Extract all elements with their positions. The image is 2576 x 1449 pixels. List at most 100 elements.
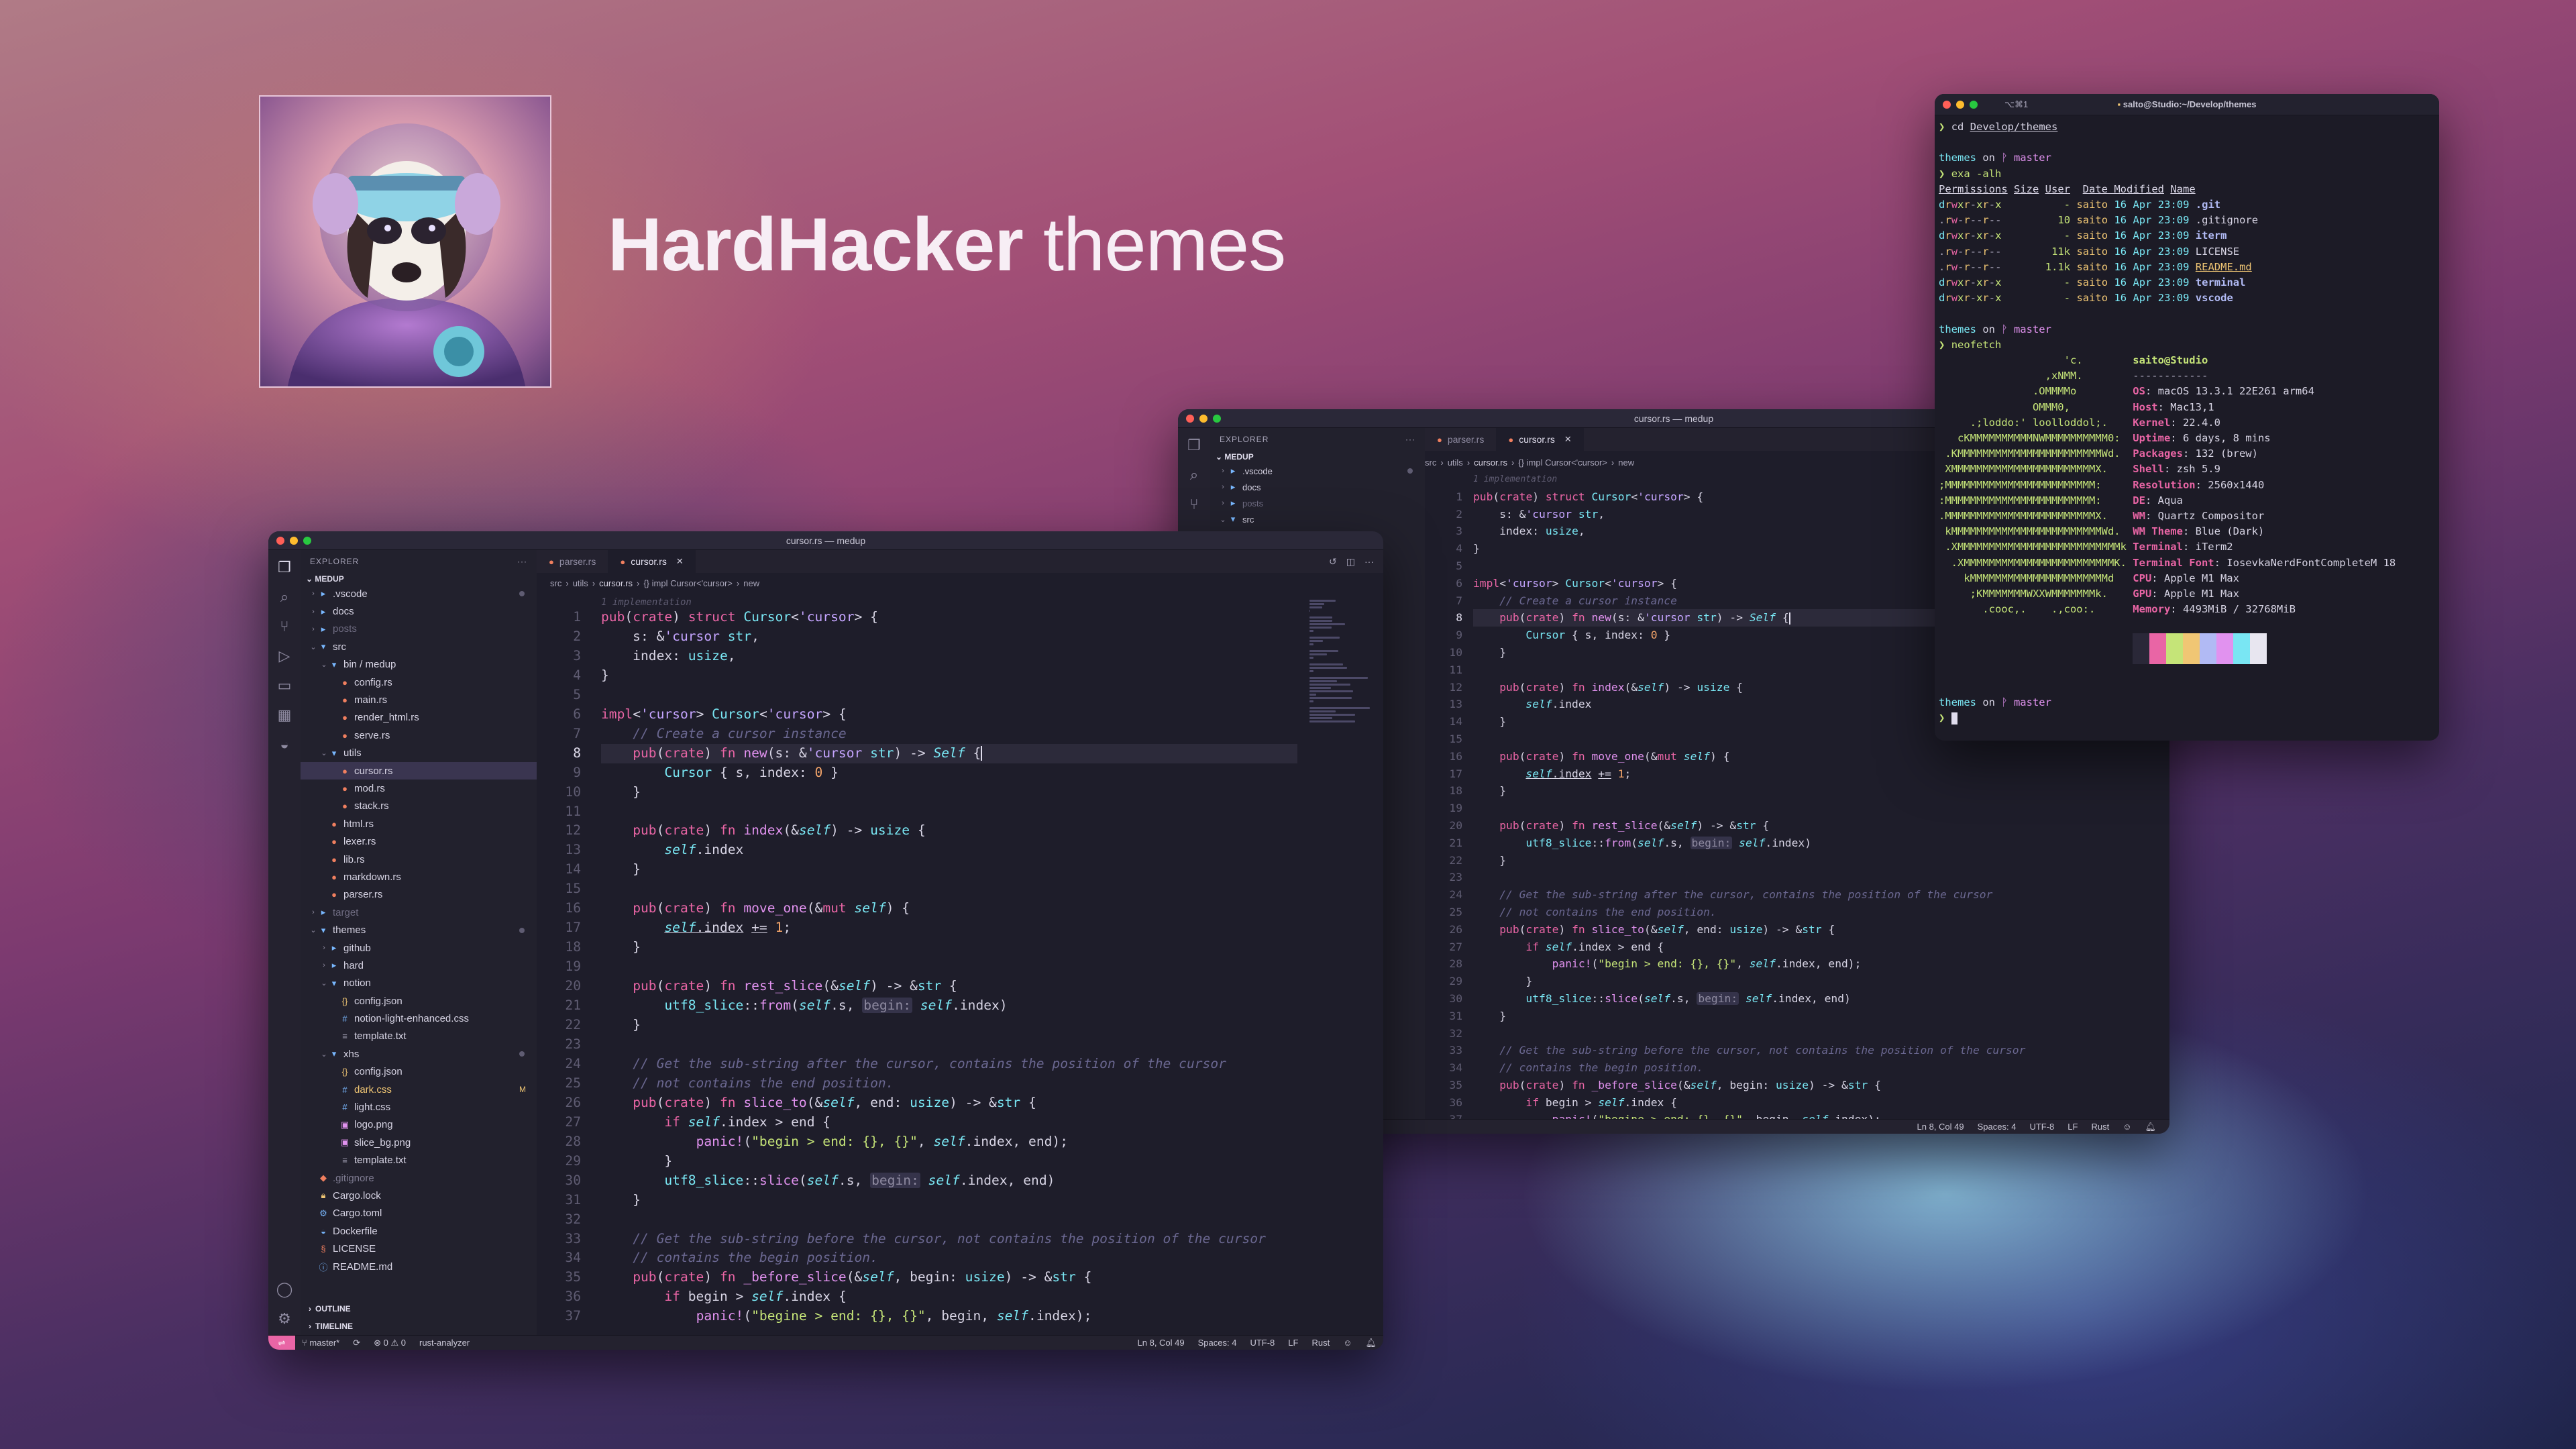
tree-file[interactable]: ● render_html.rs <box>301 709 537 727</box>
tree-file[interactable]: ● parser.rs <box>301 886 537 904</box>
tree-folder[interactable]: › ▸ docs <box>1210 479 1425 495</box>
breadcrumb-item[interactable]: cursor.rs <box>1474 458 1507 468</box>
tree-file[interactable]: ≡ template.txt <box>301 1028 537 1045</box>
language-mode[interactable]: Rust <box>1305 1338 1336 1348</box>
tree-folder[interactable]: › ▸ target <box>301 904 537 921</box>
source-control-icon[interactable]: ⑂ <box>275 617 294 636</box>
tree-file[interactable]: {} config.json <box>301 992 537 1010</box>
tree-file[interactable]: ◆ .gitignore <box>301 1169 537 1187</box>
terminal-output[interactable]: ❯ cd Develop/themes themes on ᚹ master ❯… <box>1939 119 2435 727</box>
workspace-root[interactable]: ⌄ MEDUP <box>1210 451 1425 463</box>
remote-explorer-icon[interactable]: ▭ <box>275 676 294 695</box>
account-icon[interactable]: ◯ <box>275 1280 294 1299</box>
tree-folder[interactable]: ⌄ ▾ bin / medup <box>301 656 537 674</box>
close-tab-icon[interactable]: ✕ <box>676 556 684 567</box>
tree-file[interactable]: ⓘ README.md <box>301 1258 537 1275</box>
breadcrumb-item[interactable]: cursor.rs <box>599 578 633 588</box>
extensions-icon[interactable]: ▦ <box>275 706 294 724</box>
more-icon[interactable]: ··· <box>517 557 527 566</box>
encoding[interactable]: UTF-8 <box>1243 1338 1281 1348</box>
source-control-icon[interactable]: ⑂ <box>1185 495 1203 514</box>
tree-file[interactable]: ● lib.rs <box>301 851 537 868</box>
files-icon[interactable]: ❐ <box>1185 436 1203 455</box>
tree-file[interactable]: ● mod.rs <box>301 780 537 797</box>
tree-folder[interactable]: › ▸ .vscode <box>301 585 537 602</box>
tree-file[interactable]: # notion-light-enhanced.css <box>301 1010 537 1027</box>
tree-folder[interactable]: › ▸ hard <box>301 957 537 974</box>
search-icon[interactable]: ⌕ <box>1185 466 1203 484</box>
tree-file[interactable]: 🔒︎ Cargo.lock <box>301 1187 537 1204</box>
tree-folder[interactable]: ⌄ ▾ utils <box>301 745 537 762</box>
encoding[interactable]: UTF-8 <box>2023 1122 2061 1132</box>
run-debug-icon[interactable]: ▷ <box>275 647 294 665</box>
more-icon[interactable]: ··· <box>1405 435 1415 444</box>
more-actions-icon[interactable]: ··· <box>1364 556 1374 567</box>
tree-file[interactable]: ⚙ Cargo.toml <box>301 1205 537 1222</box>
line-ending[interactable]: LF <box>1281 1338 1305 1348</box>
tab-parser-rs[interactable]: ● parser.rs <box>537 550 608 573</box>
tree-file[interactable]: ● cursor.rs <box>301 761 537 780</box>
cursor-position[interactable]: Ln 8, Col 49 <box>1911 1122 1971 1132</box>
docker-icon[interactable]: ◒ <box>275 735 294 754</box>
tree-file[interactable]: ● lexer.rs <box>301 833 537 850</box>
timeline-section[interactable]: › TIMELINE <box>301 1318 537 1335</box>
language-mode[interactable]: Rust <box>2084 1122 2116 1132</box>
sync-icon[interactable]: ⟳ <box>346 1338 367 1348</box>
breadcrumb-item[interactable]: {} impl Cursor<'cursor> <box>1518 458 1607 468</box>
tree-folder[interactable]: ⌄ ▾ themes <box>301 921 537 938</box>
remote-indicator[interactable]: ⇌ <box>268 1335 295 1350</box>
breadcrumb-item[interactable]: utils <box>1448 458 1463 468</box>
tree-file[interactable]: ● html.rs <box>301 815 537 833</box>
files-icon[interactable]: ❐ <box>275 558 294 577</box>
tree-folder[interactable]: › ▸ docs <box>301 602 537 620</box>
tree-folder[interactable]: ⌄ ▾ src <box>301 638 537 655</box>
tree-file[interactable]: ● markdown.rs <box>301 868 537 885</box>
split-editor-icon[interactable]: ◫ <box>1346 556 1355 568</box>
tree-folder[interactable]: ⌄ ▾ notion <box>301 975 537 992</box>
tree-file[interactable]: ▣ logo.png <box>301 1116 537 1134</box>
cursor-position[interactable]: Ln 8, Col 49 <box>1131 1338 1191 1348</box>
line-ending[interactable]: LF <box>2061 1122 2084 1132</box>
tree-folder[interactable]: › ▸ .vscode <box>1210 463 1425 479</box>
minimap[interactable] <box>1309 598 1370 724</box>
breadcrumb-item[interactable]: src <box>550 578 561 588</box>
indentation[interactable]: Spaces: 4 <box>1971 1122 2023 1132</box>
tree-file[interactable]: # dark.css M <box>301 1081 537 1098</box>
tree-folder[interactable]: › ▸ github <box>301 939 537 957</box>
timeline-icon[interactable]: ↺ <box>1329 556 1337 568</box>
tree-file[interactable]: ≡ template.txt <box>301 1152 537 1169</box>
tree-file[interactable]: {} config.json <box>301 1063 537 1081</box>
breadcrumb-item[interactable]: new <box>1618 458 1634 468</box>
code-editor[interactable]: 1 2 3 4 5 6 7 8 9 10 11 12 13 14 15 16 17 18 19 20 21 22 23 24 2… <box>537 593 1297 1335</box>
tree-file[interactable]: ● serve.rs <box>301 727 537 744</box>
tree-file[interactable]: ◒ Dockerfile <box>301 1222 537 1240</box>
settings-gear-icon[interactable]: ⚙ <box>275 1309 294 1328</box>
feedback-icon[interactable]: ☺ <box>2116 1122 2138 1132</box>
feedback-icon[interactable]: ☺ <box>1336 1338 1358 1348</box>
close-tab-icon[interactable]: ✕ <box>1564 434 1572 445</box>
tree-folder[interactable]: › ▸ posts <box>301 621 537 638</box>
search-icon[interactable]: ⌕ <box>275 588 294 606</box>
language-server-status[interactable]: rust-analyzer <box>413 1338 476 1348</box>
tree-folder[interactable]: ⌄ ▾ src <box>1210 511 1425 527</box>
tree-folder[interactable]: › ▸ posts <box>1210 495 1425 511</box>
tab-parser-rs[interactable]: ● parser.rs <box>1425 428 1497 451</box>
breadcrumb-item[interactable]: {} impl Cursor<'cursor> <box>643 578 733 588</box>
tree-file[interactable]: § LICENSE <box>301 1240 537 1257</box>
tree-file[interactable]: ● config.rs <box>301 674 537 691</box>
outline-section[interactable]: › OUTLINE <box>301 1300 537 1318</box>
workspace-root[interactable]: ⌄ MEDUP <box>301 573 537 585</box>
indentation[interactable]: Spaces: 4 <box>1191 1338 1244 1348</box>
tab-cursor-rs[interactable]: ● cursor.rs ✕ <box>608 550 696 573</box>
problems-indicator[interactable]: ⊗ 0 ⚠ 0 <box>367 1338 413 1348</box>
notifications-icon[interactable]: 🔔︎ <box>1358 1338 1383 1348</box>
git-branch[interactable]: ⑂ master* <box>295 1338 346 1348</box>
tree-folder[interactable]: ⌄ ▾ xhs <box>301 1045 537 1063</box>
tree-file[interactable]: ● stack.rs <box>301 798 537 815</box>
breadcrumb-item[interactable]: src <box>1425 458 1436 468</box>
tree-file[interactable]: ● main.rs <box>301 691 537 708</box>
notifications-icon[interactable]: 🔔︎ <box>2138 1122 2163 1132</box>
tree-file[interactable]: ▣ slice_bg.png <box>301 1134 537 1151</box>
breadcrumb-item[interactable]: new <box>743 578 759 588</box>
tab-cursor-rs[interactable]: ● cursor.rs ✕ <box>1496 428 1584 451</box>
